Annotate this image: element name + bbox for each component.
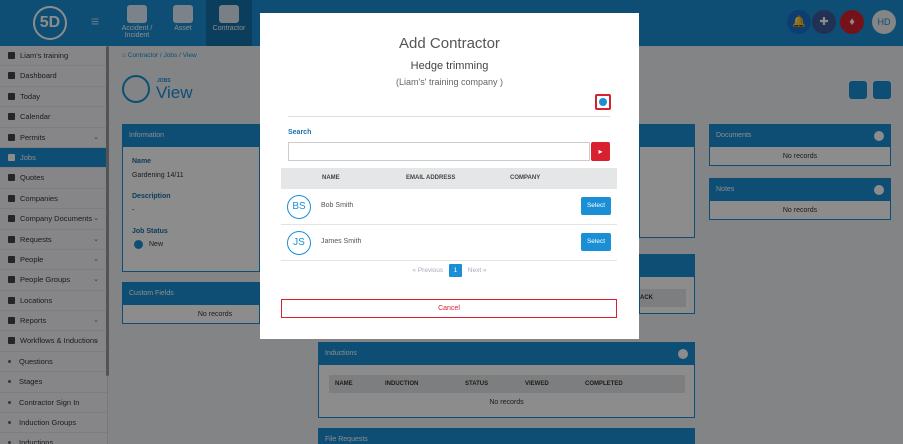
column-header: COMPANY	[510, 175, 541, 181]
search-input[interactable]	[288, 142, 590, 161]
column-header: NAME	[322, 175, 340, 181]
contractor-name: Bob Smith	[321, 202, 354, 209]
cancel-button[interactable]: Cancel	[281, 299, 617, 318]
divider	[288, 116, 610, 117]
search-label: Search	[288, 129, 312, 136]
modal-company: (Liam's' training company )	[396, 77, 503, 87]
add-new-contractor-button[interactable]	[595, 94, 611, 110]
select-button[interactable]: Select	[581, 197, 611, 215]
avatar: BS	[287, 195, 311, 219]
add-contractor-modal: Add Contractor Hedge trimming (Liam's' t…	[260, 13, 639, 339]
current-page[interactable]: 1	[448, 264, 462, 277]
modal-title: Add Contractor	[399, 35, 500, 52]
contractor-table-header: NAME EMAIL ADDRESS COMPANY	[281, 168, 617, 189]
column-header: EMAIL ADDRESS	[406, 175, 456, 181]
modal-subtitle: Hedge trimming	[410, 60, 489, 72]
avatar: JS	[287, 231, 311, 255]
pagination: « Previous 1 Next »	[260, 264, 639, 277]
search-button[interactable]: ▸	[591, 142, 610, 161]
table-row: BS Bob Smith Select	[281, 189, 617, 225]
next-page-link[interactable]: Next »	[468, 267, 487, 274]
select-button[interactable]: Select	[581, 233, 611, 251]
previous-page-link[interactable]: « Previous	[412, 267, 443, 274]
table-row: JS James Smith Select	[281, 225, 617, 261]
contractor-name: James Smith	[321, 238, 362, 245]
